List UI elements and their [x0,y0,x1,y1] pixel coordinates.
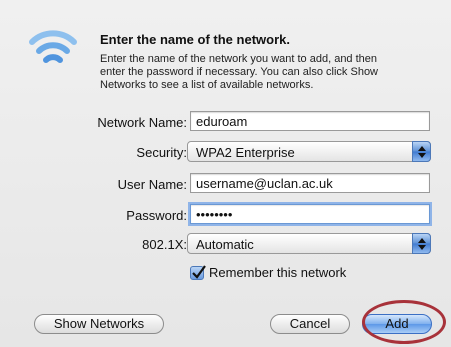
cancel-button[interactable]: Cancel [270,314,350,334]
updown-arrows-icon [412,233,431,254]
eap-select[interactable]: Automatic [187,233,431,254]
updown-arrows-icon [412,141,431,162]
show-networks-button[interactable]: Show Networks [34,314,164,334]
network-name-field[interactable]: eduroam [190,111,430,131]
wifi-icon [29,30,77,63]
dialog-description: Enter the name of the network you want t… [100,53,379,91]
security-value: WPA2 Enterprise [196,145,295,160]
add-network-dialog: Enter the name of the network. Enter the… [0,0,451,347]
eap-label: 802.1X: [142,237,187,252]
eap-value: Automatic [196,237,254,252]
checkmark-icon [192,265,206,279]
network-name-row: Network Name: eduroam [0,111,451,133]
eap-row: 802.1X: Automatic [0,233,451,255]
security-label: Security: [136,145,187,160]
dialog-title: Enter the name of the network. [100,32,290,47]
highlight-annotation [362,300,446,344]
remember-network-checkbox[interactable] [190,265,206,280]
password-row: Password: •••••••• [0,204,451,226]
network-name-label: Network Name: [97,115,187,130]
remember-network-label: Remember this network [209,265,347,280]
password-field[interactable]: •••••••• [190,204,430,224]
user-name-row: User Name: username@uclan.ac.uk [0,173,451,195]
security-select[interactable]: WPA2 Enterprise [187,141,431,162]
security-row: Security: WPA2 Enterprise [0,141,451,163]
password-label: Password: [126,208,187,223]
user-name-field[interactable]: username@uclan.ac.uk [190,173,430,193]
user-name-label: User Name: [117,177,187,192]
